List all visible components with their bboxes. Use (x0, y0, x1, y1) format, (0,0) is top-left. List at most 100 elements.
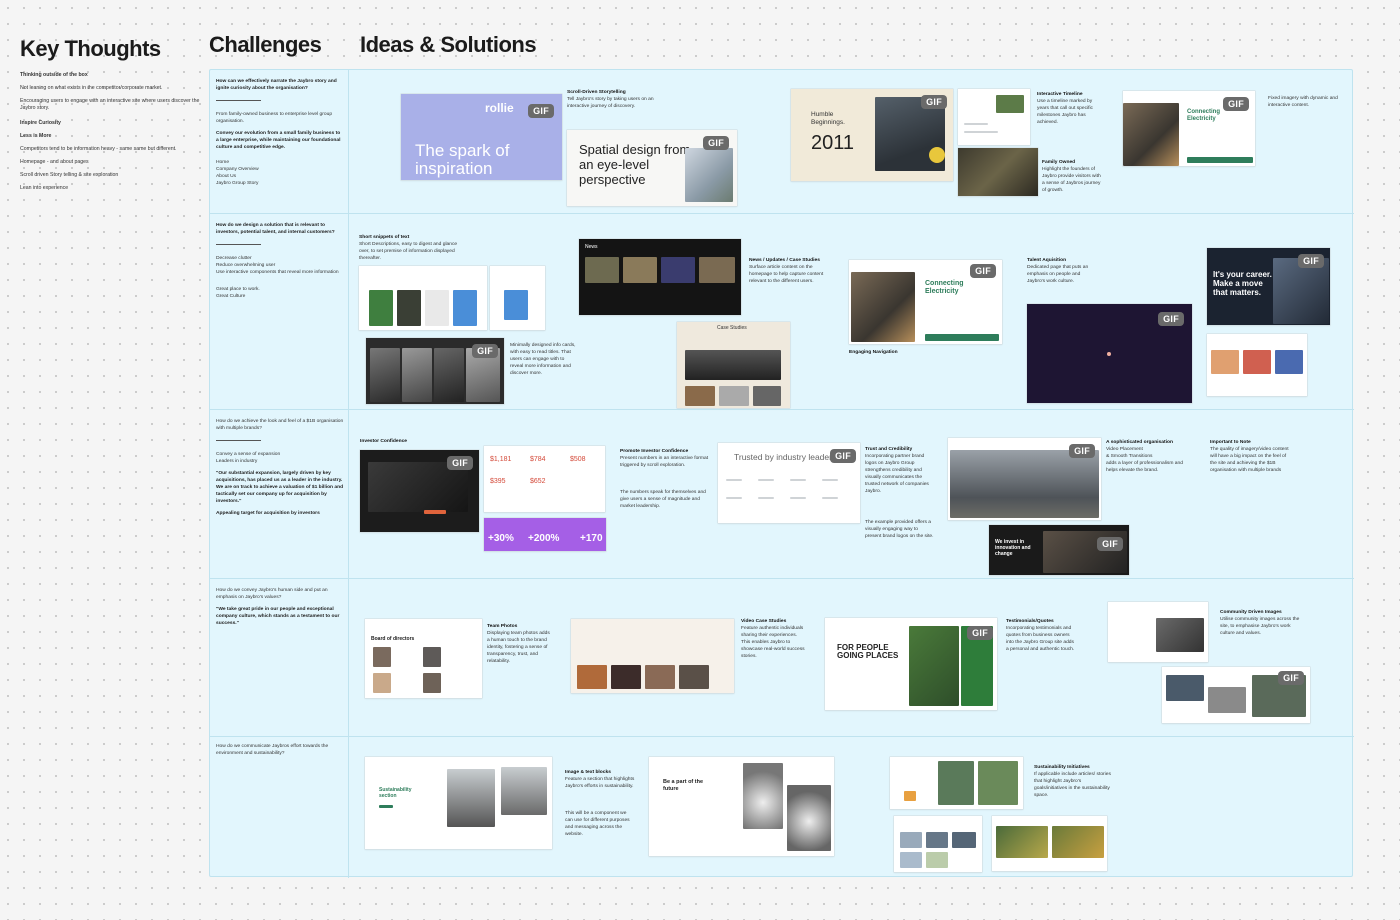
note-promote: Promote Investor Confidence Present numbe… (620, 449, 709, 468)
be-part-card[interactable]: Be a part of the future (649, 757, 834, 856)
event-photo (1123, 103, 1179, 166)
gif-badge: GIF (1298, 254, 1324, 268)
initiatives-card-3[interactable] (992, 816, 1107, 871)
note-interactive-timeline: Interactive Timeline Use a timeline marke… (1037, 92, 1093, 125)
initiatives-card-2[interactable] (894, 816, 982, 872)
news-card[interactable]: News (579, 239, 741, 315)
note-trust-2: The example provided offers a visually e… (865, 520, 934, 539)
connecting-electricity-card[interactable]: Connecting Electricity GIF (1123, 91, 1255, 166)
stat-percent: +200% (528, 533, 560, 544)
key-thought: Less is More (20, 133, 52, 139)
board-row: How do we communicate Jaybros effort tow… (210, 736, 1354, 878)
career-card[interactable]: It's your career. Make a move that matte… (1207, 248, 1330, 325)
connecting-text: Connecting Electricity (1187, 109, 1220, 122)
ideas-solutions-title: Ideas & Solutions (360, 32, 537, 57)
culture-card[interactable] (1207, 334, 1307, 396)
note-image-text-2: This will be a component we can use for … (565, 811, 630, 837)
gif-badge: GIF (703, 136, 729, 150)
note-testimonials: Testimonials/Quotes Incorporating testimo… (1006, 619, 1075, 652)
board-row: How do we convey Jaybro's human side and… (210, 578, 1354, 736)
testimonial-card[interactable]: FOR PEOPLE GOING PLACES GIF (825, 618, 997, 710)
challenge-question: How can we effectively narrate the Jaybr… (216, 79, 337, 91)
building-photo (685, 148, 733, 202)
key-thought: Inspire Curiosity (20, 120, 61, 126)
note-image-text: Image & text blocks Feature a section tha… (565, 770, 635, 789)
challenge-text: Appealing target for acquisition by inve… (216, 511, 320, 516)
gif-badge: GIF (1097, 537, 1123, 551)
challenges-title: Challenges (209, 32, 322, 57)
family-photo-card[interactable] (958, 148, 1038, 196)
building-video-card[interactable]: GIF (948, 438, 1101, 520)
rollie-gif-card[interactable]: rollie The spark of inspiration GIF (401, 94, 562, 180)
gif-badge: GIF (1069, 444, 1095, 458)
key-thought: Homepage - and about pages (20, 159, 89, 165)
challenge-text: Convey our evolution from a small family… (216, 131, 341, 150)
gif-badge: GIF (970, 264, 996, 278)
challenge-question: How do we convey Jaybro's human side and… (216, 588, 328, 600)
note-video-case: Video Case Studies Feature authentic indi… (741, 619, 805, 659)
for-people-text: FOR PEOPLE GOING PLACES (837, 643, 899, 660)
gif-badge: GIF (830, 449, 856, 463)
community-card-1[interactable] (1108, 602, 1208, 662)
video-case-card[interactable] (571, 619, 734, 693)
trusted-card[interactable]: Trusted by industry leaders GIF (718, 443, 860, 523)
challenge-text: From family-owned business to enterprise… (216, 112, 333, 124)
key-thought: Lean into experience (20, 185, 69, 191)
innovation-text: We invest in innovation and change (995, 539, 1031, 557)
spatial-headline: Spatial design from an eye-level perspec… (579, 142, 691, 187)
talent-dark-card[interactable]: GIF (1027, 304, 1192, 403)
key-thought: Not leaning on what exists in the compet… (20, 85, 163, 91)
career-headline: It's your career. Make a move that matte… (1213, 270, 1272, 297)
timeline-card[interactable] (958, 89, 1030, 145)
challenge-cell: How do we communicate Jaybros effort tow… (216, 743, 344, 762)
building-photo (950, 450, 1099, 518)
initiatives-card-1[interactable] (890, 757, 1023, 809)
ideas-board: How can we effectively narrate the Jaybr… (209, 69, 1354, 878)
challenge-text: Convey a sense of expansion Leaders in i… (216, 452, 281, 464)
board-row: How can we effectively narrate the Jaybr… (210, 70, 1354, 213)
spatial-design-card[interactable]: Spatial design from an eye-level perspec… (567, 130, 737, 206)
gif-badge: GIF (1158, 312, 1184, 326)
challenge-text: "Our substantial expansion, largely driv… (216, 471, 344, 504)
note-minimal-cards: Minimally designed info cards, with easy… (510, 343, 576, 376)
rollie-logo: rollie (485, 101, 514, 115)
stat-value: $508 (570, 456, 586, 463)
challenge-text: "We take great pride in our people and e… (216, 607, 340, 626)
note-fixed-imagery: Fixed imagery with dynamic and interacti… (1268, 96, 1338, 108)
challenge-cell: How can we effectively narrate the Jaybr… (216, 78, 344, 192)
innovation-card[interactable]: We invest in innovation and change GIF (989, 525, 1129, 575)
note-scroll-storytelling: Scroll-Driven Storytelling Tell Jaybro's … (567, 90, 654, 109)
note-engaging-nav: Engaging Navigation (849, 350, 898, 355)
gif-badge: GIF (1278, 671, 1304, 685)
minimal-cards-gif[interactable]: GIF (366, 338, 504, 404)
engaging-nav-card[interactable]: Connecting Electricity GIF (849, 260, 1002, 344)
note-promote-2: The numbers speak for themselves and giv… (620, 490, 706, 509)
community-card-2[interactable]: GIF (1162, 667, 1310, 723)
key-thought: Encouraging users to engage with an inte… (20, 98, 200, 111)
challenge-question: How do we communicate Jaybros effort tow… (216, 744, 329, 756)
rollie-headline: The spark of inspiration (415, 141, 510, 178)
note-talent: Talent Aquisition Dedicated page that put… (1027, 258, 1089, 284)
sustainability-card[interactable]: Sustainability section (365, 757, 552, 849)
note-news-updates: News / Updates / Case Studies Surface art… (749, 258, 824, 284)
yellow-sticker (929, 147, 945, 163)
team-photos-card[interactable]: Board of directors (365, 619, 482, 698)
info-cards-card-2[interactable] (490, 266, 545, 330)
note-short-snippets: Short snippets of text Short Descriptions… (359, 235, 458, 261)
stat-value: $395 (490, 478, 506, 485)
note-investor: Investor Confidence (360, 439, 408, 444)
sustainability-text: Sustainability section (379, 787, 412, 799)
note-trust: Trust and Credibility Incorporating partn… (865, 447, 929, 494)
challenge-question: How do we achieve the look and feel of a… (216, 419, 344, 431)
note-sustainability: Sustainability Initiatives If applicable … (1034, 765, 1111, 798)
case-studies-card[interactable]: Case Studies (677, 322, 790, 408)
year-text: 2011 (811, 132, 855, 154)
key-thoughts-title: Key Thoughts (20, 36, 161, 61)
percent-card[interactable]: +30% +200% +170 (484, 518, 606, 551)
trusted-text: Trusted by industry leaders (734, 452, 837, 462)
info-cards-card[interactable] (359, 266, 487, 330)
stats-card[interactable]: $1,181 $784 $508 $395 $652 (484, 446, 605, 512)
humble-beginnings-card[interactable]: Humble Beginnings. 2011 GIF (791, 89, 953, 181)
key-thoughts-list: Thinking outside of the box Not leaning … (20, 72, 202, 198)
investor-card[interactable]: GIF (360, 450, 479, 532)
